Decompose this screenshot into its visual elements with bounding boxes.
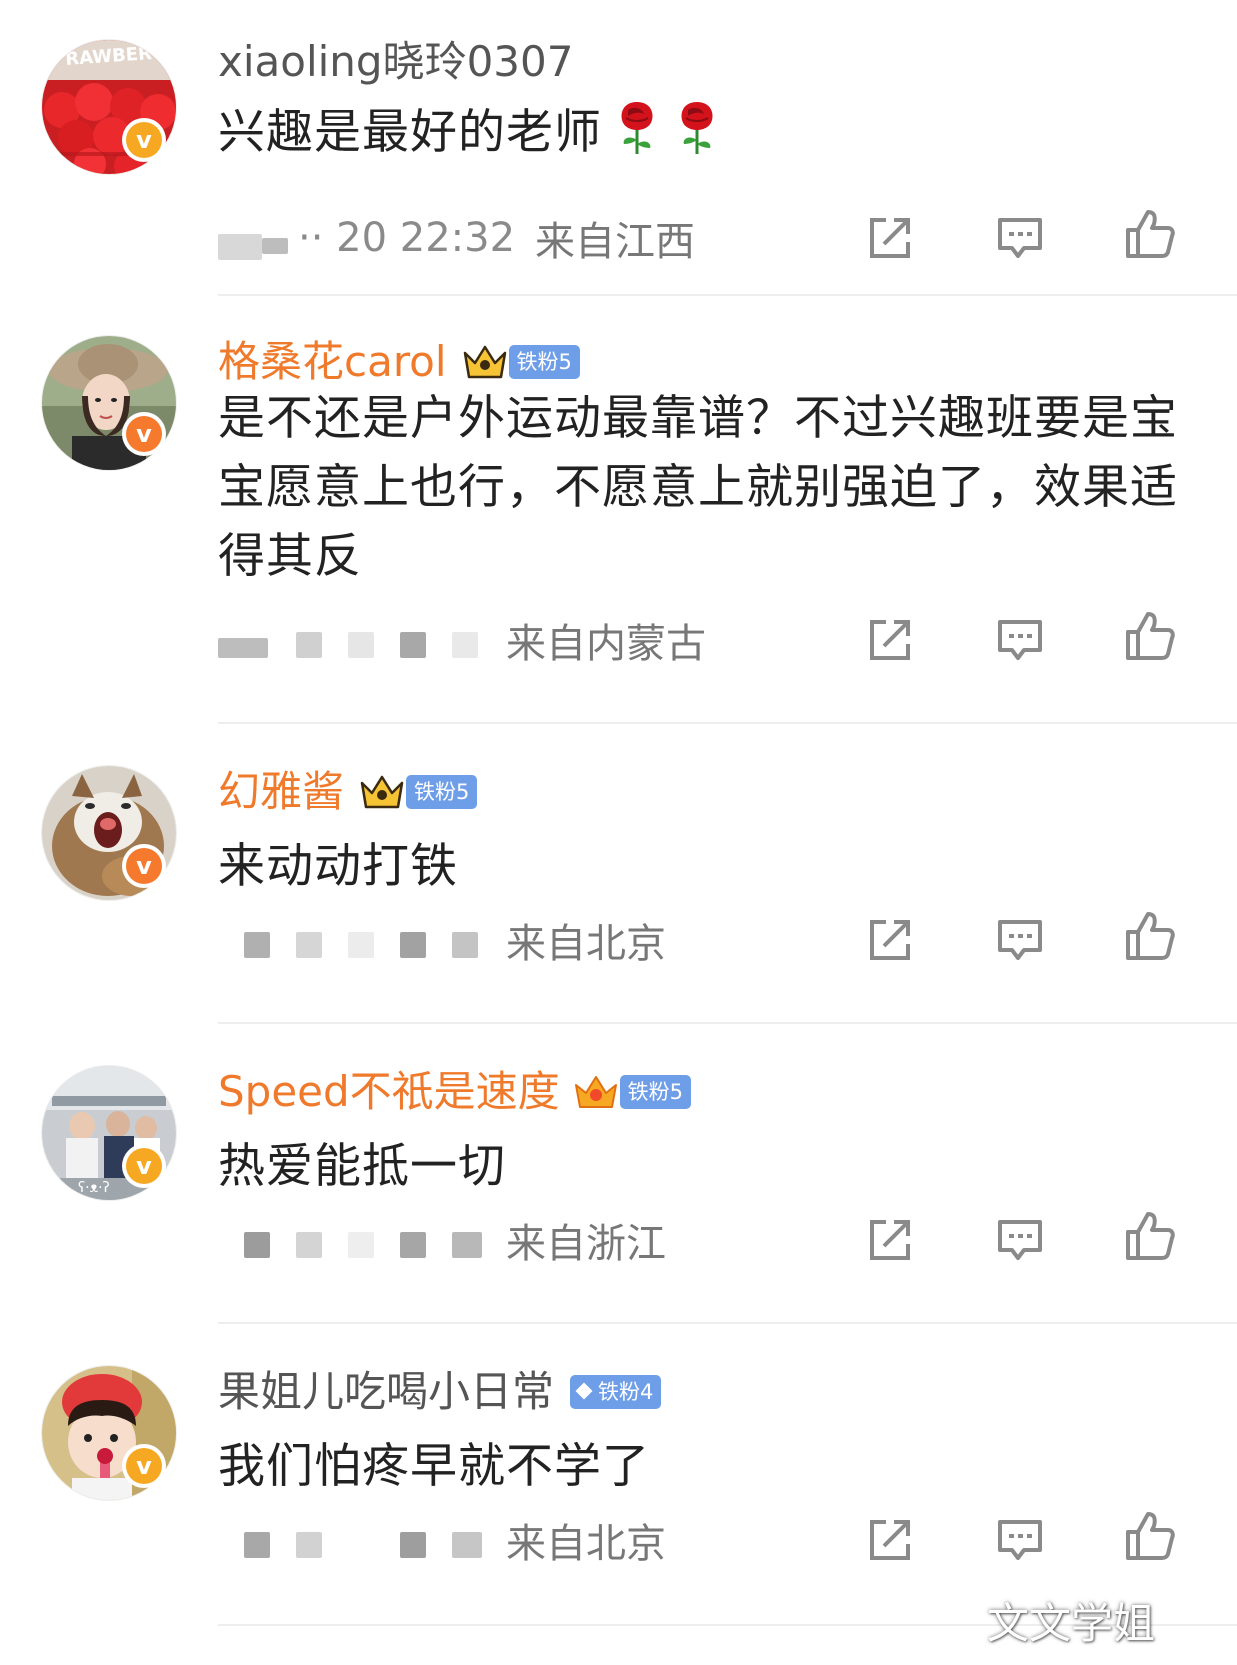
comment-text-content: 兴趣是最好的老师: [218, 105, 602, 160]
diamond-icon: [575, 1382, 593, 1400]
like-button[interactable]: [1122, 1208, 1178, 1264]
verified-badge-icon: v: [122, 1144, 166, 1188]
share-icon: [870, 920, 910, 960]
verified-badge-icon: v: [122, 118, 166, 162]
fan-badge-label: 铁粉4: [598, 1380, 654, 1404]
comment-text: 是不还是户外运动最靠谱？不过兴趣班要是宝宝愿意上也行，不愿意上就别强迫了，效果适…: [218, 391, 1178, 584]
share-button[interactable]: [862, 1212, 918, 1268]
fan-badge[interactable]: 铁粉5: [619, 1075, 692, 1109]
share-icon: [870, 1220, 910, 1260]
comment-icon: [998, 920, 1042, 960]
username[interactable]: 果姐儿吃喝小日常: [218, 1371, 554, 1413]
divider: [218, 722, 1237, 724]
like-button[interactable]: [1122, 908, 1178, 964]
rose-emoji-icon: [621, 102, 653, 154]
divider: [218, 294, 1237, 296]
crown-icon: [360, 775, 404, 809]
verified-badge-icon: v: [122, 844, 166, 888]
comment-icon: [998, 218, 1042, 258]
comment-text: 来动动打铁: [218, 839, 458, 894]
name-row: 格桑花carol 铁粉5: [218, 334, 580, 390]
reply-button[interactable]: [992, 1512, 1048, 1568]
comment-text: 兴趣是最好的老师: [218, 98, 1178, 167]
comment-text: 热爱能抵一切: [218, 1139, 506, 1194]
watermark: 文文学姐: [986, 1599, 1155, 1648]
username[interactable]: xiaoling晓玲0307: [218, 41, 573, 83]
verified-badge-icon: v: [122, 1444, 166, 1488]
comment-meta: 来自北京: [218, 914, 666, 967]
verified-badge-icon: v: [122, 412, 166, 456]
location-label: 来自北京: [506, 1521, 666, 1567]
name-row: Speed不祇是速度 铁粉5: [218, 1064, 692, 1120]
username[interactable]: 格桑花carol: [218, 341, 447, 383]
blurred-timestamp: [218, 218, 298, 260]
location-label: 来自北京: [506, 921, 666, 967]
crown-icon: [574, 1076, 617, 1108]
reply-button[interactable]: [992, 210, 1048, 266]
thumbs-up-icon: [1126, 210, 1175, 258]
comment-meta: ·· 20 22:32 来自江西: [218, 212, 696, 265]
thumbs-up-icon: [1126, 1512, 1175, 1560]
comment-meta: 来自内蒙古: [218, 614, 706, 667]
location-label: 来自内蒙古: [506, 621, 706, 667]
reply-button[interactable]: [992, 912, 1048, 968]
comment-text: 我们怕疼早就不学了: [218, 1439, 650, 1494]
share-button[interactable]: [862, 612, 918, 668]
share-icon: [870, 1520, 910, 1560]
crown-icon: [463, 345, 506, 379]
rose-emoji-icon: [681, 102, 713, 154]
name-row: 幻雅酱 铁粉5: [218, 764, 478, 820]
like-button[interactable]: [1122, 1508, 1178, 1564]
svg-text:ʕ·ᴥ·ʔ: ʕ·ᴥ·ʔ: [78, 1180, 110, 1196]
comment-meta: 来自浙江: [218, 1214, 666, 1267]
share-button[interactable]: [862, 912, 918, 968]
name-row: xiaoling晓玲0307: [218, 34, 573, 90]
comment-icon: [998, 1520, 1042, 1560]
timestamp: ·· 20 22:32: [298, 215, 516, 261]
thumbs-up-icon: [1126, 912, 1175, 960]
share-button[interactable]: [862, 210, 918, 266]
like-button[interactable]: [1122, 206, 1178, 262]
blurred-timestamp: [218, 620, 498, 660]
thumbs-up-icon: [1126, 1212, 1175, 1260]
fan-badge[interactable]: 铁粉5: [508, 345, 580, 379]
fan-badge[interactable]: 铁粉4: [570, 1375, 662, 1409]
location-label: 来自浙江: [506, 1221, 666, 1267]
username[interactable]: Speed不祇是速度: [218, 1071, 560, 1113]
blurred-timestamp: [218, 1520, 498, 1560]
reply-button[interactable]: [992, 612, 1048, 668]
comment-icon: [998, 620, 1042, 660]
location-label: 来自江西: [535, 219, 696, 265]
name-row: 果姐儿吃喝小日常 铁粉4: [218, 1364, 662, 1420]
reply-button[interactable]: [992, 1212, 1048, 1268]
share-icon: [870, 218, 910, 258]
comment-meta: 来自北京: [218, 1514, 666, 1567]
blurred-timestamp: [218, 920, 498, 960]
thumbs-up-icon: [1126, 612, 1175, 660]
username[interactable]: 幻雅酱: [218, 771, 344, 813]
divider: [218, 1022, 1237, 1024]
divider: [218, 1322, 1237, 1324]
share-button[interactable]: [862, 1512, 918, 1568]
like-button[interactable]: [1122, 608, 1178, 664]
blurred-timestamp: [218, 1220, 498, 1260]
fan-badge[interactable]: 铁粉5: [406, 775, 478, 809]
comment-icon: [998, 1220, 1042, 1260]
share-icon: [870, 620, 910, 660]
comment-feed: RAWBER v xiaoling晓玲0307 兴趣是最好的老师 ·· 20 2…: [0, 0, 1237, 1665]
